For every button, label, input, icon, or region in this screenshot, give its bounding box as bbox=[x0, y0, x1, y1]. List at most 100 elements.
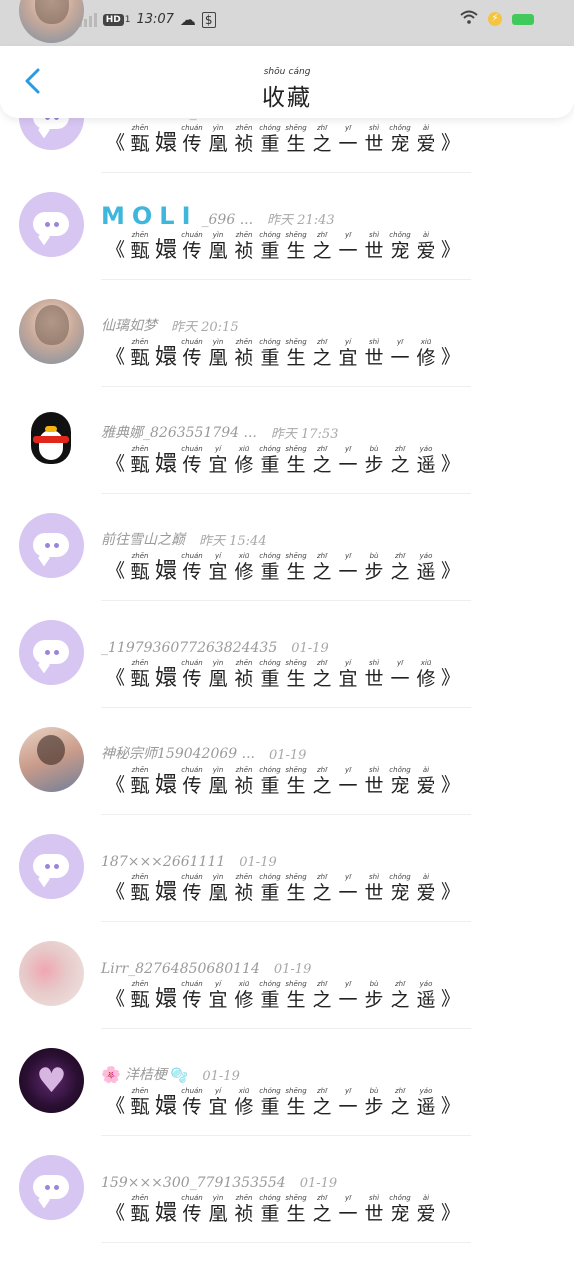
title-char: yìn 凰 bbox=[208, 124, 228, 155]
item-meta: 神秘宗师159042069 ... 01-19 bbox=[101, 741, 306, 763]
title-char: yī 一 bbox=[390, 659, 410, 690]
avatar[interactable] bbox=[19, 727, 84, 792]
eye-dot bbox=[45, 222, 50, 227]
title-char: zhī 之 bbox=[312, 980, 332, 1011]
favorite-title[interactable]: 《 zhēn 甄嬛 chuán 传 yìn 凰 zhēn 祯 chóng 重 shēng 生 zhī 之 yī… bbox=[104, 1194, 462, 1225]
close-bracket: 》 bbox=[441, 667, 461, 689]
favorite-title[interactable]: 《 zhēn 甄嬛 chuán 传 yìn 凰 zhēn 祯 chóng 重 shēng 生 zhī 之 yī… bbox=[104, 766, 462, 797]
timestamp: 昨天 20:15 bbox=[171, 320, 239, 335]
title-char: yáo 遥 bbox=[416, 1087, 436, 1118]
username-text: 神秘宗师159042069 ... bbox=[101, 746, 255, 762]
favorite-title[interactable]: 《 zhēn 甄嬛 chuán 传 yí 宜 xiū 修 chóng 重 shēng 生 zhī 之 yī 一 b… bbox=[104, 445, 462, 476]
username[interactable]: 187×××2661111 bbox=[101, 854, 225, 870]
eye-dot bbox=[45, 650, 50, 655]
title-char: chǒng 宠 bbox=[389, 1194, 411, 1225]
username[interactable]: Lirr_82764850680114 bbox=[101, 961, 260, 977]
timestamp: 昨天 15:44 bbox=[199, 534, 267, 549]
avatar[interactable] bbox=[19, 1048, 84, 1113]
timestamp: 昨天 21:43 bbox=[267, 213, 335, 228]
close-bracket: 》 bbox=[441, 1202, 461, 1224]
timestamp: 01-19 bbox=[273, 962, 312, 977]
eye-dot bbox=[45, 1185, 50, 1190]
title-char: shì 世 bbox=[364, 338, 384, 369]
title-char: yī 一 bbox=[338, 124, 358, 155]
title-char: chuán 传 bbox=[181, 766, 203, 797]
title-char: chuán 传 bbox=[181, 1194, 203, 1225]
title-char: yī 一 bbox=[338, 1087, 358, 1118]
default-avatar[interactable] bbox=[19, 192, 84, 257]
title-char: ài 爱 bbox=[416, 873, 436, 904]
list-item[interactable]: 187×××2661111 01-19 《 zhēn 甄嬛 chuán 传 yìn 凰 zhēn 祯… bbox=[0, 815, 574, 922]
username[interactable]: 🌸 洋桔梗 🫧 bbox=[101, 1064, 188, 1084]
title-char: zhēn 祯 bbox=[234, 766, 254, 797]
item-meta: 仙璃如梦 昨天 20:15 bbox=[101, 313, 239, 335]
username[interactable]: 雅典娜_8263551794 ... bbox=[101, 422, 257, 442]
close-bracket: 》 bbox=[441, 346, 461, 368]
title-char: chóng 重 bbox=[259, 1194, 281, 1225]
avatar[interactable] bbox=[19, 941, 84, 1006]
title-char: zhēn 甄 bbox=[130, 1087, 150, 1118]
chat-bubble-icon bbox=[33, 1175, 69, 1199]
title-char: chóng 重 bbox=[259, 766, 281, 797]
open-bracket: 《 bbox=[106, 239, 126, 261]
title-char: shēng 生 bbox=[285, 766, 307, 797]
avatar[interactable] bbox=[19, 0, 84, 43]
title-char: 嬛 bbox=[155, 880, 178, 905]
favorite-title[interactable]: 《 zhēn 甄嬛 chuán 传 yìn 凰 zhēn 祯 chóng 重 shēng 生 zhī 之 yī… bbox=[104, 873, 462, 904]
list-item[interactable]: 神秘宗师159042069 ... 01-19 《 zhēn 甄嬛 chuán 传 yìn 凰 z… bbox=[0, 708, 574, 815]
item-meta: _1197936077263824435 01-19 bbox=[101, 634, 329, 656]
username[interactable]: 神秘宗师159042069 ... bbox=[101, 743, 255, 763]
username[interactable]: 仙璃如梦 bbox=[101, 315, 157, 335]
favorite-title[interactable]: 《 zhēn 甄嬛 chuán 传 yìn 凰 zhēn 祯 chóng 重 shēng 生 zhī 之 yí… bbox=[104, 659, 462, 690]
title-char: shēng 生 bbox=[285, 338, 307, 369]
favorite-title[interactable]: 《 zhēn 甄嬛 chuán 传 yìn 凰 zhēn 祯 chóng 重 shēng 生 zhī 之 yí… bbox=[104, 338, 462, 369]
favorite-title[interactable]: 《 zhēn 甄嬛 chuán 传 yí 宜 xiū 修 chóng 重 shēng 生 zhī 之 yī 一 b… bbox=[104, 552, 462, 583]
title-char: chuán 传 bbox=[181, 873, 203, 904]
flower-icon: 🌸 bbox=[101, 1065, 121, 1084]
title-char: xiū 修 bbox=[234, 980, 254, 1011]
chat-bubble-icon bbox=[33, 640, 69, 664]
username[interactable]: 159×××300_7791353554 bbox=[101, 1175, 286, 1191]
title-char: yí 宜 bbox=[208, 552, 228, 583]
favorite-title[interactable]: 《 zhēn 甄嬛 chuán 传 yìn 凰 zhēn 祯 chóng 重 shēng 生 zhī 之 yī… bbox=[104, 124, 462, 155]
list-item[interactable]: Lirr_82764850680114 01-19 《 zhēn 甄嬛 chuán 传 yí 宜… bbox=[0, 922, 574, 1029]
title-char: zhēn 祯 bbox=[234, 1194, 254, 1225]
default-avatar[interactable] bbox=[19, 513, 84, 578]
avatar[interactable] bbox=[19, 299, 84, 364]
default-avatar[interactable] bbox=[19, 1155, 84, 1220]
close-bracket: 》 bbox=[441, 774, 461, 796]
list-item[interactable]: 雅典娜_8263551794 ... 昨天 17:53 《 zhēn 甄嬛 chuán 传 y… bbox=[0, 387, 574, 494]
title-char: chóng 重 bbox=[259, 1087, 281, 1118]
list-item[interactable]: 159×××300_7791353554 01-19 《 zhēn 甄嬛 chuán 传 yì… bbox=[0, 1136, 574, 1243]
open-bracket: 《 bbox=[106, 132, 126, 154]
list-item[interactable]: 仙璃如梦 昨天 20:15 《 zhēn 甄嬛 chuán 传 yìn 凰 zhēn 祯 chóng 重… bbox=[0, 280, 574, 387]
penguin-avatar[interactable] bbox=[19, 406, 84, 471]
default-avatar[interactable] bbox=[19, 834, 84, 899]
title-char: yáo 遥 bbox=[416, 552, 436, 583]
title-char: yí 宜 bbox=[208, 1087, 228, 1118]
title-char: chóng 重 bbox=[259, 552, 281, 583]
title-char: bù 步 bbox=[364, 1087, 384, 1118]
username[interactable]: 前往雪山之巅 bbox=[101, 529, 185, 549]
title-char: zhī 之 bbox=[312, 338, 332, 369]
favorite-title[interactable]: 《 zhēn 甄嬛 chuán 传 yí 宜 xiū 修 chóng 重 shēng 生 zhī 之 yī 一 b… bbox=[104, 980, 462, 1011]
close-bracket: 》 bbox=[441, 988, 461, 1010]
favorite-title[interactable]: 《 zhēn 甄嬛 chuán 传 yí 宜 xiū 修 chóng 重 shēng 生 zhī 之 yī 一 b… bbox=[104, 1087, 462, 1118]
default-avatar[interactable] bbox=[19, 620, 84, 685]
username-text: 187×××2661111 bbox=[101, 854, 226, 870]
username-text: Lirr_82764850680114 bbox=[101, 961, 260, 977]
favorite-title[interactable]: 《 zhēn 甄嬛 chuán 传 yìn 凰 zhēn 祯 chóng 重 shēng 生 zhī 之 yī… bbox=[104, 231, 462, 262]
list-item[interactable]: _1197936077263824435 01-19 《 zhēn 甄嬛 chuán 传 yì… bbox=[0, 601, 574, 708]
title-char: shēng 生 bbox=[285, 873, 307, 904]
title-char: yī 一 bbox=[338, 552, 358, 583]
list-item[interactable]: 前往雪山之巅 昨天 15:44 《 zhēn 甄嬛 chuán 传 yí 宜 xiū 修 chóng 重… bbox=[0, 494, 574, 601]
username[interactable]: _1197936077263824435 bbox=[101, 640, 277, 656]
open-bracket: 《 bbox=[106, 346, 126, 368]
title-char: yī 一 bbox=[338, 873, 358, 904]
title-char: shēng 生 bbox=[285, 659, 307, 690]
username[interactable]: MOLI _696 ... bbox=[101, 204, 253, 228]
list-item[interactable]: 🌸洋桔梗🫧 01-19 《zhēn甄嬛chuán传yí宜 xiū修chóng重shēn… bbox=[0, 1029, 574, 1136]
list-item[interactable]: MOLI _696 ... 昨天 21:43 《 zhēn 甄嬛 chuán 传 yìn 凰 zhē… bbox=[0, 173, 574, 280]
title-char: yí 宜 bbox=[338, 659, 358, 690]
title-char: chuán 传 bbox=[181, 445, 203, 476]
